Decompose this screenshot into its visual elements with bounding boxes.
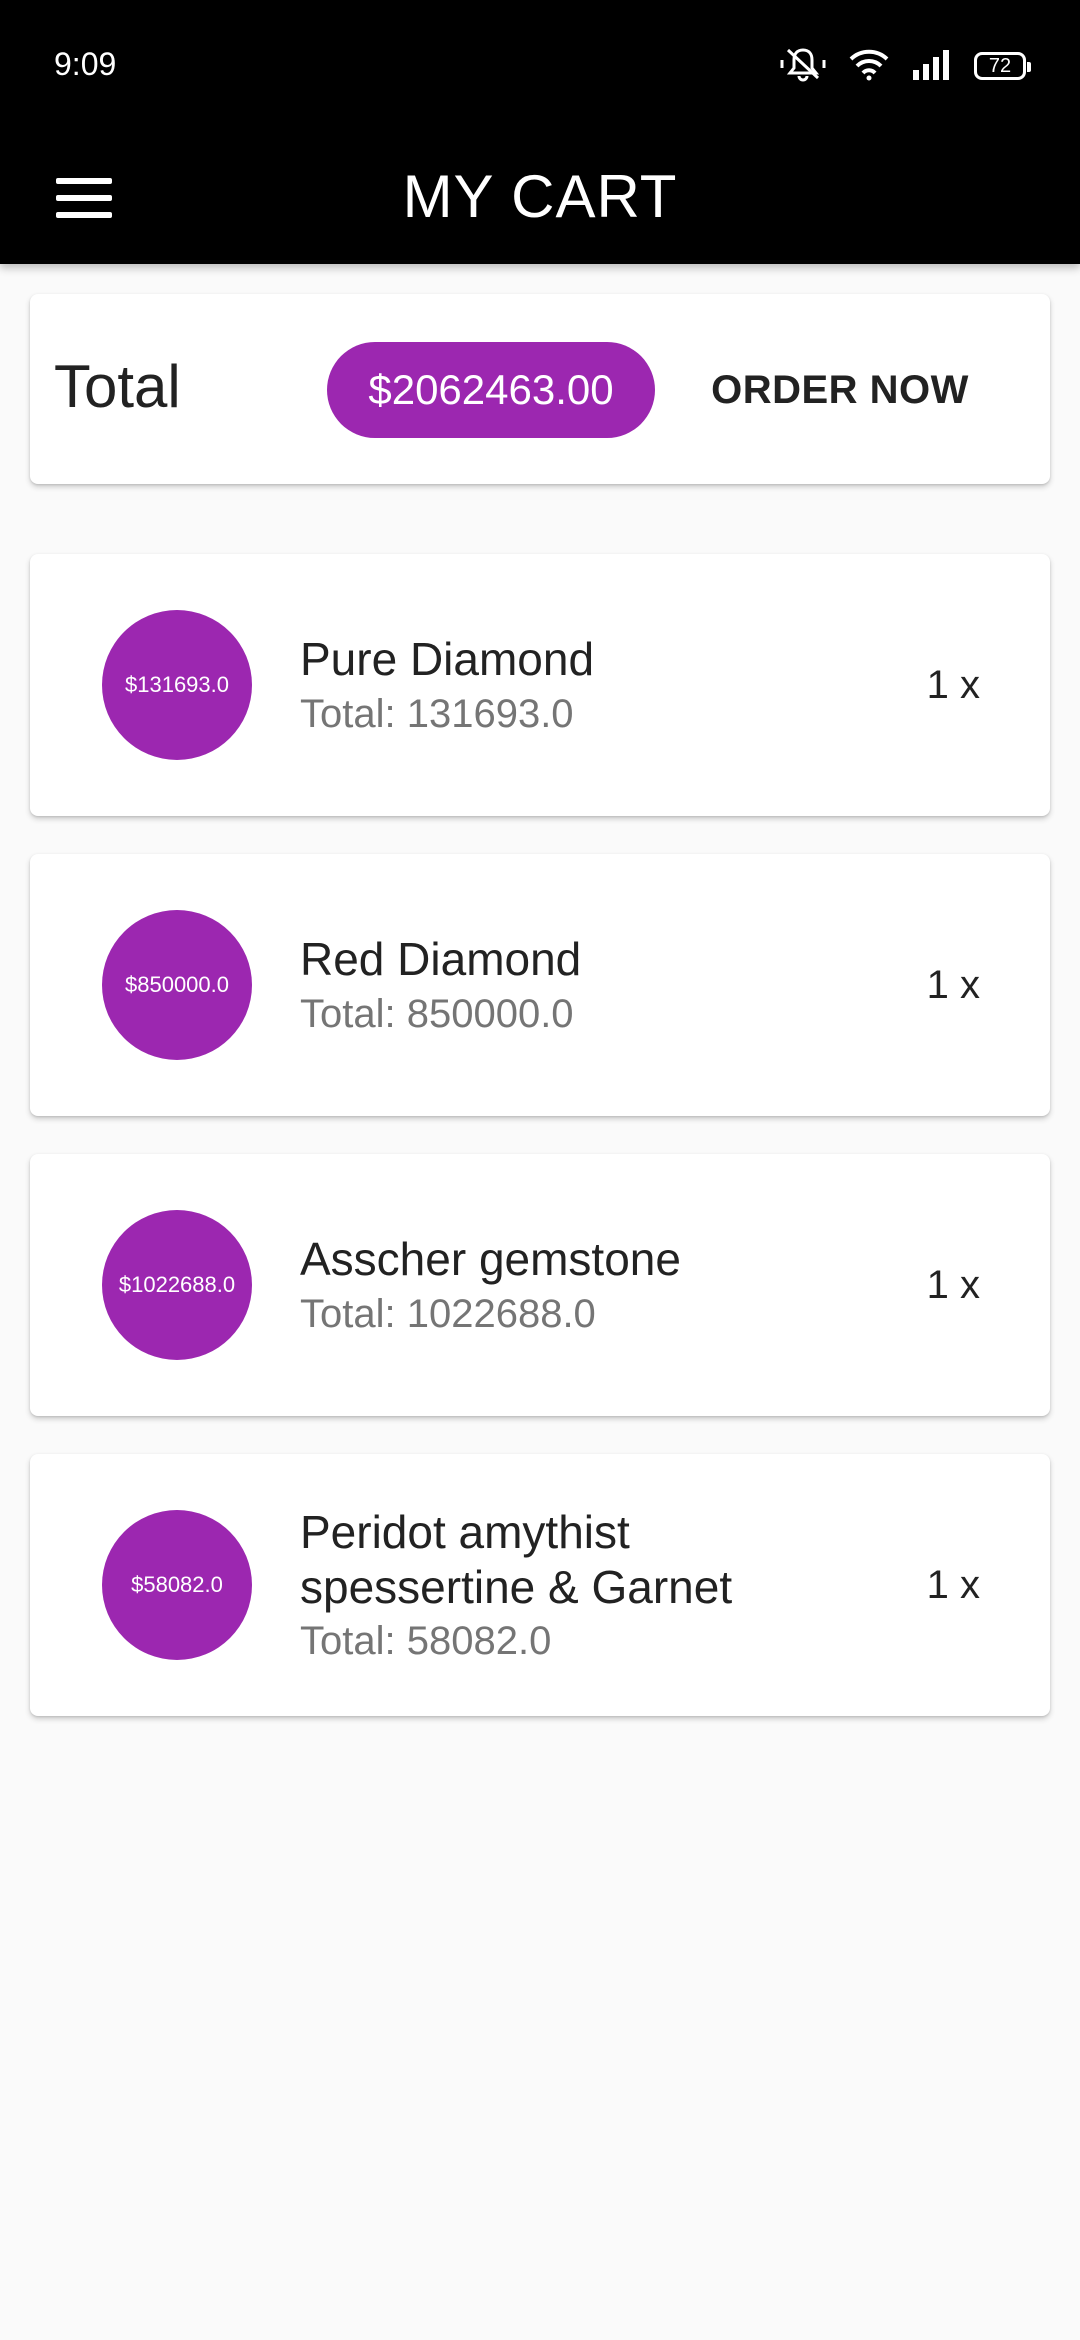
item-text: Pure Diamond Total: 131693.0 [300, 554, 860, 816]
item-quantity: 1 x [926, 1262, 980, 1307]
item-quantity: 1 x [926, 662, 980, 707]
item-quantity: 1 x [926, 1562, 980, 1607]
app-bar: MY CART [0, 132, 1080, 264]
total-summary-card: Total $2062463.00 ORDER NOW [30, 294, 1050, 484]
order-now-button[interactable]: ORDER NOW [700, 352, 980, 428]
cart-item[interactable]: $58082.0 Peridot amythist spessertine & … [30, 1454, 1050, 1716]
item-name: Asscher gemstone [300, 1233, 681, 1286]
cart-item[interactable]: $131693.0 Pure Diamond Total: 131693.0 1… [30, 554, 1050, 816]
item-name: Red Diamond [300, 933, 582, 986]
item-price-badge: $850000.0 [102, 910, 252, 1060]
item-text: Peridot amythist spessertine & Garnet To… [300, 1454, 860, 1716]
item-total: Total: 850000.0 [300, 991, 574, 1036]
status-bar: 9:09 72 [0, 0, 1080, 132]
item-quantity: 1 x [926, 962, 980, 1007]
item-total: Total: 1022688.0 [300, 1291, 596, 1336]
item-name: Peridot amythist spessertine & Garnet [300, 1505, 733, 1613]
page-title: MY CART [402, 163, 678, 230]
status-icons: 72 [780, 46, 1031, 87]
item-total: Total: 131693.0 [300, 691, 574, 736]
signal-icon [912, 48, 952, 85]
wifi-icon [848, 47, 890, 86]
cart-item[interactable]: $850000.0 Red Diamond Total: 850000.0 1 … [30, 854, 1050, 1116]
battery-icon: 72 [974, 52, 1031, 80]
mute-bell-icon [780, 46, 826, 87]
total-label: Total [54, 353, 181, 420]
cart-item[interactable]: $1022688.0 Asscher gemstone Total: 10226… [30, 1154, 1050, 1416]
item-total: Total: 58082.0 [300, 1619, 552, 1664]
item-name: Pure Diamond [300, 633, 595, 686]
total-amount-chip: $2062463.00 [327, 342, 655, 438]
item-price-badge: $58082.0 [102, 1510, 252, 1660]
item-text: Red Diamond Total: 850000.0 [300, 854, 860, 1116]
item-price-badge: $1022688.0 [102, 1210, 252, 1360]
status-time: 9:09 [54, 46, 117, 82]
item-text: Asscher gemstone Total: 1022688.0 [300, 1154, 860, 1416]
item-price-badge: $131693.0 [102, 610, 252, 760]
